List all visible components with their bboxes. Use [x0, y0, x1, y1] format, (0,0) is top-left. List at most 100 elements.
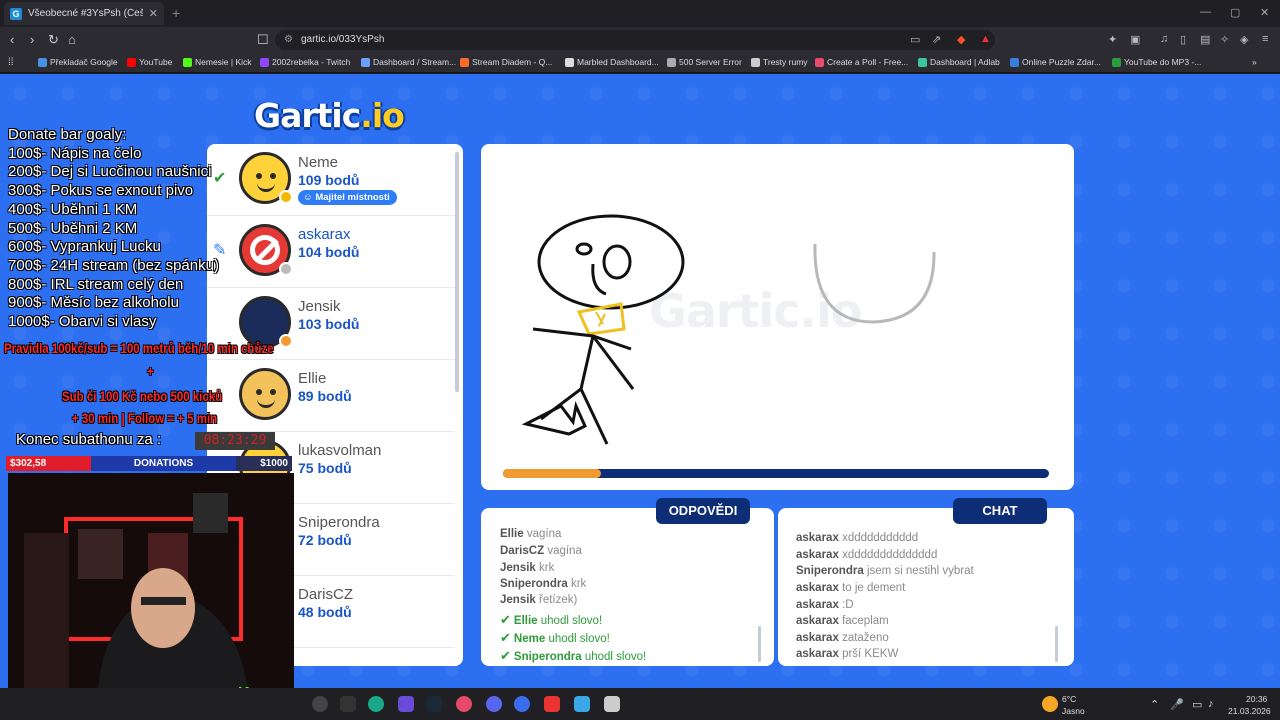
maximize-icon[interactable]: ▢ [1230, 6, 1240, 19]
bookmark-9[interactable]: Create a Poll - Free... [815, 57, 908, 67]
bookmark-7[interactable]: 500 Server Error [667, 57, 742, 67]
wallet-icon[interactable]: ▤ [1200, 33, 1210, 46]
tray-chevron-icon[interactable]: ⌃ [1150, 698, 1159, 711]
bookmarks-overflow-icon[interactable]: » [1252, 57, 1257, 67]
menu-icon[interactable]: ≡ [1262, 33, 1268, 45]
avatar-eye [270, 389, 276, 395]
chat-tab[interactable]: CHAT [953, 498, 1047, 524]
leo-ai-icon[interactable]: ✧ [1220, 33, 1229, 46]
bookmark-5[interactable]: Stream Diadem - Q... [460, 57, 552, 67]
bookmark-1[interactable]: YouTube [127, 57, 172, 67]
answers-scrollbar[interactable] [758, 626, 761, 662]
chat-message: askarax faceplam [796, 615, 889, 627]
player-row[interactable]: Ellie 89 bodů [207, 360, 455, 432]
streamer-head [131, 568, 195, 648]
bookmark-favicon-icon [1010, 57, 1019, 67]
site-settings-icon[interactable]: ⚙ [284, 30, 293, 50]
app-icon[interactable] [604, 696, 620, 712]
bookmark-4[interactable]: Dashboard / Stream... [361, 57, 456, 67]
bookmark-favicon-icon [460, 57, 469, 67]
microphone-icon[interactable]: 🎤 [1170, 698, 1184, 711]
app-icon[interactable] [544, 696, 560, 712]
address-bar[interactable]: ⚙ gartic.io/033YsPsh [275, 30, 995, 50]
reload-icon[interactable]: ↻ [48, 32, 59, 48]
kick-icon [183, 57, 192, 67]
screenshot-icon[interactable]: ▣ [1130, 33, 1140, 46]
gartic-logo: Gartic.io [254, 96, 405, 135]
answer-item: Ellie vagína [500, 528, 562, 540]
rules-line: Sub či 100 Kč nebo 500 kicků [62, 388, 223, 404]
bookmark-6[interactable]: Marbled Dashboard... [565, 57, 659, 67]
apps-icon[interactable]: ⁞⁞ [8, 57, 14, 68]
steam-icon[interactable] [426, 696, 442, 712]
player-name: askarax [298, 226, 351, 243]
close-tab-icon[interactable]: ✕ [149, 7, 158, 20]
player-row[interactable]: ✎ askarax 104 bodů [207, 216, 455, 288]
discord-icon[interactable] [486, 696, 502, 712]
round-timer-fill [503, 469, 602, 478]
app-icon[interactable] [574, 696, 590, 712]
bookmark-10[interactable]: Dashboard | Adlab [918, 57, 1000, 67]
home-icon[interactable]: ⌂ [68, 32, 76, 47]
back-icon[interactable]: ‹ [10, 32, 14, 47]
app-icon[interactable] [368, 696, 384, 712]
chat-scrollbar[interactable] [1055, 626, 1058, 662]
new-tab-button[interactable]: + [172, 5, 180, 21]
media-icon[interactable]: ♫ [1160, 33, 1168, 45]
app-icon[interactable] [456, 696, 472, 712]
chat-message: Sniperondra jsem si nestihl vybrat [796, 565, 974, 577]
player-points: 48 bodů [298, 604, 352, 620]
checkmark-icon: ✔ [500, 648, 511, 663]
rewards-icon[interactable]: ▲ [980, 33, 991, 45]
player-row[interactable]: ✔ Neme 109 bodů ☺ Majitel místnosti [207, 144, 455, 216]
goal-line: 500$- Uběhni 2 KM [8, 219, 138, 237]
bookmark-12[interactable]: YouTube do MP3 -... [1112, 57, 1201, 67]
extensions-icon[interactable]: ✦ [1108, 33, 1117, 46]
vpn-icon[interactable]: ◈ [1240, 33, 1248, 46]
goal-line: 700$- 24H stream (bez spánku) [8, 256, 219, 274]
bookmark-favicon-icon [667, 57, 676, 67]
checkmark-icon: ✔ [500, 630, 511, 645]
player-list-scrollbar[interactable] [455, 152, 459, 392]
browser-taskbar-icon[interactable] [514, 696, 530, 712]
app-icon[interactable] [312, 696, 328, 712]
chat-message: askarax xdddddddddddddd [796, 549, 938, 561]
player-name: Neme [298, 154, 339, 171]
chat-message: askarax zataženo [796, 632, 889, 644]
tab-title: Všeobecné #3YsPsh (Čeština) [28, 8, 143, 19]
bookmark-favicon-icon [565, 57, 574, 67]
status-badge [279, 262, 293, 276]
player-points: 104 bodů [298, 244, 360, 260]
bookmark-2[interactable]: Nemesie | Kick [183, 57, 252, 67]
player-name: Sniperondra [298, 514, 380, 531]
correct-answer-item: ✔ Ellie uhodl slovo! [500, 612, 603, 627]
drawing-canvas[interactable]: Gartic.io [481, 144, 1074, 490]
bookmark-8[interactable]: Tresty rumy [751, 57, 808, 67]
close-window-icon[interactable]: ✕ [1260, 6, 1269, 19]
browser-tab[interactable]: G Všeobecné #3YsPsh (Čeština) ✕ [4, 2, 164, 25]
volume-icon[interactable]: ♪ [1208, 698, 1214, 710]
app-icon[interactable] [398, 696, 414, 712]
weather-icon [1042, 696, 1058, 712]
bookmark-favicon-icon [751, 57, 760, 67]
minimize-icon[interactable]: — [1200, 6, 1211, 18]
brave-shield-icon[interactable]: ◆ [957, 33, 965, 46]
bookmark-icon[interactable]: ☐ [257, 32, 269, 48]
player-name: Jensik [298, 298, 341, 315]
bookmark-0[interactable]: Překladač Google [38, 57, 118, 67]
answers-tab[interactable]: ODPOVĚDI [656, 498, 750, 524]
player-points: 75 bodů [298, 460, 352, 476]
player-name: Ellie [298, 370, 327, 387]
bookmark-11[interactable]: Online Puzzle Zdar... [1010, 57, 1101, 67]
sidebar-icon[interactable]: ▯ [1180, 33, 1186, 46]
share-icon[interactable]: ⇗ [932, 33, 941, 46]
forward-icon[interactable]: › [30, 32, 34, 47]
epic-games-icon[interactable] [340, 696, 356, 712]
webcam-feed [8, 473, 294, 688]
network-icon[interactable]: ▭ [1192, 698, 1202, 711]
cast-icon[interactable]: ▭ [910, 33, 920, 46]
navigation-bar: ‹ › ↻ ⌂ ☐ ⚙ gartic.io/033YsPsh ▭ ⇗ ◆ ▲ ✦… [0, 27, 1280, 53]
bookmark-3[interactable]: 2002rebelka - Twitch [260, 57, 350, 67]
goal-line: 900$- Měsíc bez alkoholu [8, 294, 179, 312]
donations-goal: $1000 [260, 458, 288, 469]
